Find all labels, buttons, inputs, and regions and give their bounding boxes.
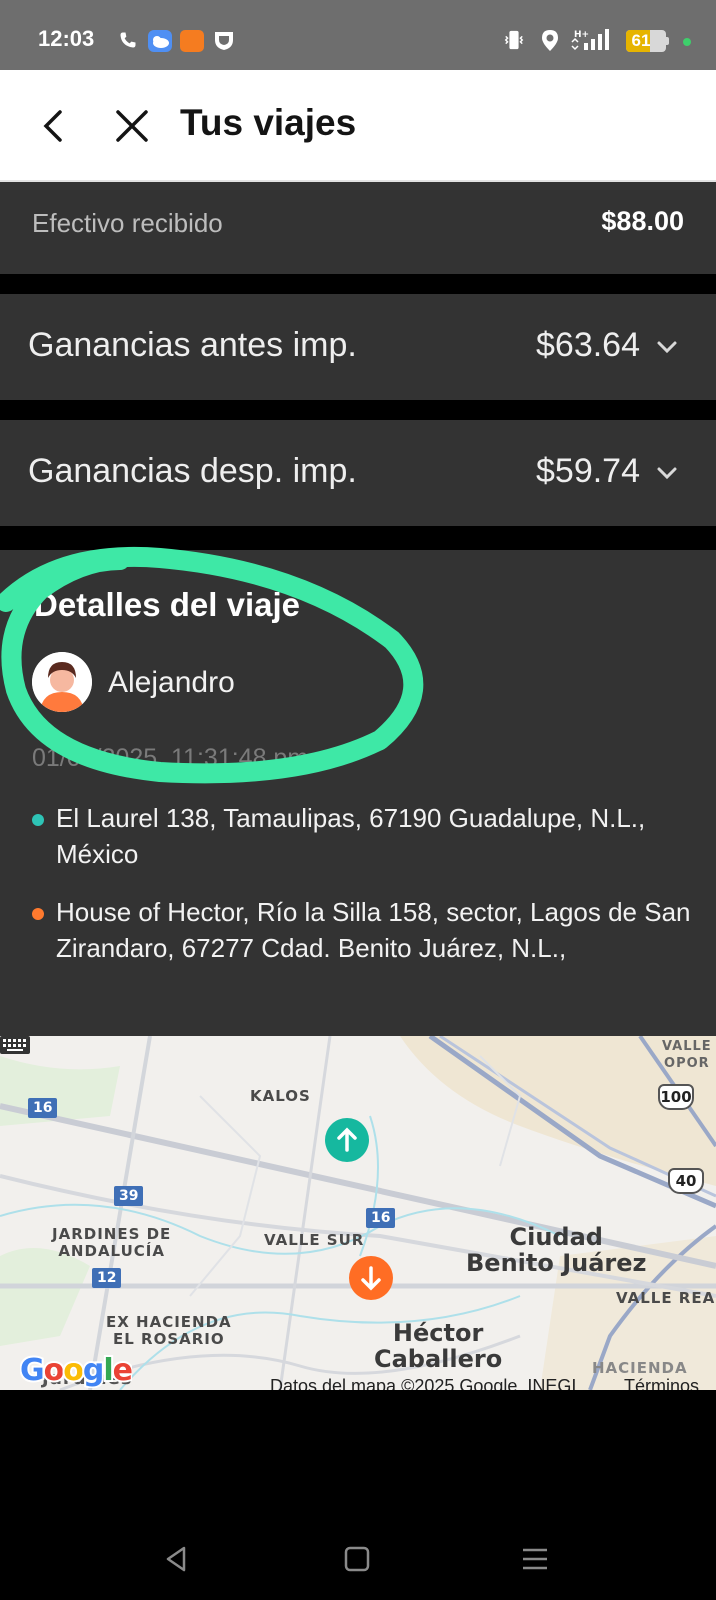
trip-details-title: Detalles del viaje [34, 586, 300, 623]
weather-app-icon [148, 30, 172, 52]
cash-received-row: Efectivo recibido $88.00 [0, 182, 716, 274]
highway-shield-40: 40 [668, 1168, 704, 1194]
battery-icon: 61 [626, 30, 670, 52]
highway-shield-100: 100 [658, 1084, 694, 1110]
nav-menu-button[interactable] [520, 1544, 550, 1574]
map-label-ex-hacienda: EX HACIENDA EL ROSARIO [106, 1313, 232, 1348]
vibrate-icon [504, 30, 524, 50]
earnings-after-tax-row[interactable]: Ganancias desp. imp. $59.74 [0, 420, 716, 526]
svg-text:Google: Google [20, 1353, 132, 1388]
map-label-hector-caballero: Héctor Caballero [374, 1319, 503, 1373]
dropoff-pin-icon [349, 1256, 393, 1300]
back-button[interactable] [36, 104, 72, 148]
rider-name: Alejandro [108, 666, 235, 699]
highway-shield-16: 16 [28, 1098, 58, 1118]
earnings-after-tax-value: $59.74 [536, 452, 640, 490]
cash-received-value: $88.00 [601, 206, 684, 236]
earnings-after-tax-label: Ganancias desp. imp. [28, 452, 357, 490]
highway-shield-16b: 16 [366, 1208, 396, 1228]
app-header: Tus viajes [0, 70, 716, 182]
temu-app-icon [180, 30, 204, 52]
dropoff-dot-icon [32, 908, 44, 920]
chevron-down-icon [657, 341, 677, 354]
signal-icon: H+ [571, 29, 609, 51]
map-label-ciudad-benito-juarez: Ciudad Benito Juárez [466, 1223, 647, 1277]
system-nav-bar [0, 1410, 716, 1600]
notification-dot-icon [683, 38, 691, 46]
keyboard-icon[interactable] [0, 1036, 30, 1054]
highway-shield-39: 39 [114, 1186, 144, 1206]
trip-datetime: 01/07/2025, 11:31:48 pm [32, 744, 309, 772]
nav-home-button[interactable] [342, 1544, 372, 1574]
status-time: 12:03 [38, 26, 95, 51]
map-label-valle-sur: VALLE SUR [264, 1231, 365, 1249]
chevron-left-icon [43, 110, 62, 142]
svg-text:H+: H+ [574, 30, 589, 40]
earnings-before-tax-value: $63.64 [536, 326, 640, 364]
phone-icon [120, 32, 136, 48]
earnings-before-tax-label: Ganancias antes imp. [28, 326, 357, 364]
page-title: Tus viajes [180, 102, 357, 143]
map-label-jardines-andalucia: JARDINES DE ANDALUCÍA [52, 1225, 172, 1260]
map-label-hacienda: HACIENDA [592, 1359, 688, 1377]
map-attribution: Datos del mapa ©2025 Google, INEGI [270, 1376, 577, 1390]
nav-back-button[interactable] [162, 1544, 192, 1574]
map-label-valle-oriente: VALLE OPOR [662, 1039, 712, 1071]
earnings-before-tax-row[interactable]: Ganancias antes imp. $63.64 [0, 294, 716, 400]
map-label-valle-real: VALLE REA [616, 1289, 716, 1307]
shield-icon [215, 32, 233, 50]
battery-level-text: 61 [631, 31, 651, 50]
highway-shield-12: 12 [92, 1268, 122, 1288]
chevron-down-icon [657, 467, 677, 480]
close-button[interactable] [110, 104, 154, 148]
trip-content: Efectivo recibido $88.00 Ganancias antes… [0, 182, 716, 1410]
status-bar: 12:03 H+ 61 [0, 0, 716, 70]
close-icon [116, 110, 148, 142]
trip-details-section: Detalles del viaje Alejandro 01/07/2025,… [0, 550, 716, 1036]
location-icon [542, 30, 558, 51]
pickup-address: El Laurel 138, Tamaulipas, 67190 Guadalu… [56, 803, 646, 869]
pickup-pin-icon [325, 1118, 369, 1162]
pickup-dot-icon [32, 814, 44, 826]
rider-avatar [32, 652, 92, 712]
map-label-kalos: KALOS [250, 1087, 311, 1105]
map-terms-link[interactable]: Términos [624, 1376, 699, 1390]
dropoff-address: House of Hector, Río la Silla 158, secto… [56, 897, 691, 963]
cash-received-label: Efectivo recibido [32, 208, 223, 238]
trip-map[interactable]: KALOS JARDINES DE ANDALUCÍA VALLE SUR Ci… [0, 1036, 716, 1390]
